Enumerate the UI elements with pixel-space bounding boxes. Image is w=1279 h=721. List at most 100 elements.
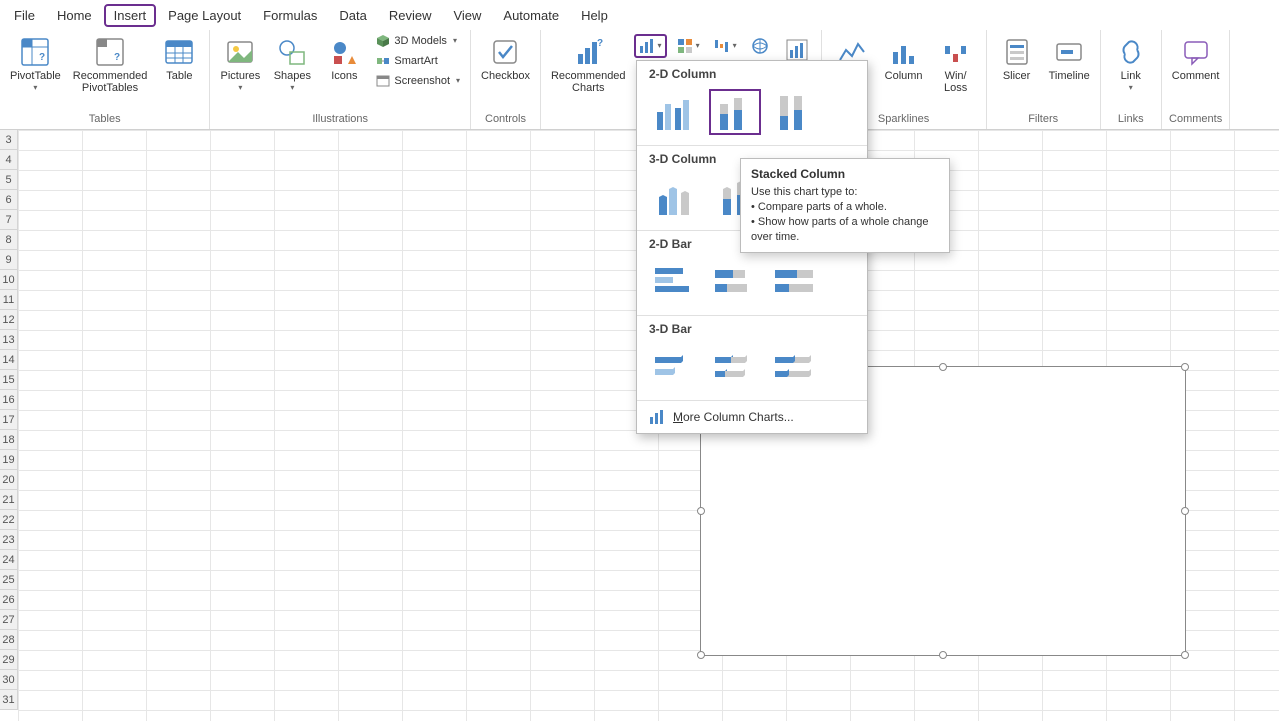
chart-3d-clustered-bar[interactable] bbox=[649, 344, 701, 390]
table-label: Table bbox=[166, 70, 192, 82]
column-chart-icon bbox=[649, 409, 665, 425]
chart-stacked-column[interactable] bbox=[709, 89, 761, 135]
more-column-charts[interactable]: More Column Charts... bbox=[637, 401, 867, 433]
link-icon bbox=[1115, 36, 1147, 68]
smartart-button[interactable]: SmartArt bbox=[372, 52, 464, 70]
link-button[interactable]: Link ▾ bbox=[1107, 32, 1155, 92]
chart-100-stacked-column[interactable] bbox=[769, 89, 821, 135]
group-links-label: Links bbox=[1118, 111, 1144, 129]
chart-clustered-bar[interactable] bbox=[649, 259, 701, 305]
screenshot-button[interactable]: Screenshot ▾ bbox=[372, 72, 464, 90]
chart-3d-clustered-column[interactable] bbox=[649, 174, 701, 220]
group-comments: Comment Comments bbox=[1162, 30, 1231, 129]
tooltip-bullet-1: • Compare parts of a whole. bbox=[751, 200, 939, 215]
sparkline-winloss-label: Win/ Loss bbox=[944, 70, 967, 94]
slicer-icon bbox=[1001, 36, 1033, 68]
recommended-pivottables-button[interactable]: ? Recommended PivotTables bbox=[69, 32, 152, 94]
caret-icon: ▾ bbox=[238, 84, 242, 92]
menu-page-layout[interactable]: Page Layout bbox=[158, 4, 251, 27]
pictures-icon bbox=[224, 36, 256, 68]
timeline-button[interactable]: Timeline bbox=[1045, 32, 1094, 82]
sparkline-winloss-button[interactable]: Win/ Loss bbox=[932, 32, 980, 94]
group-tables: ? PivotTable ▾ ? Recommended PivotTables… bbox=[0, 30, 210, 129]
globe-icon bbox=[751, 37, 769, 55]
chart-stacked-bar[interactable] bbox=[709, 259, 761, 305]
group-illustrations: Pictures ▾ Shapes ▾ Icons 3D Models ▾ bbox=[210, 30, 471, 129]
waterfall-chart-icon bbox=[714, 38, 730, 54]
sparkline-winloss-icon bbox=[940, 36, 972, 68]
group-links: Link ▾ Links bbox=[1101, 30, 1162, 129]
group-controls-label: Controls bbox=[485, 111, 526, 129]
group-illustrations-label: Illustrations bbox=[312, 111, 368, 129]
pictures-label: Pictures bbox=[220, 70, 260, 82]
smartart-icon bbox=[376, 54, 390, 68]
recommended-pivottables-icon: ? bbox=[94, 36, 126, 68]
smartart-label: SmartArt bbox=[394, 55, 437, 67]
menu-formulas[interactable]: Formulas bbox=[253, 4, 327, 27]
svg-text:?: ? bbox=[114, 52, 120, 63]
cube-icon bbox=[376, 34, 390, 48]
chart-3d-stacked-bar[interactable] bbox=[709, 344, 761, 390]
sparkline-column-icon bbox=[888, 36, 920, 68]
row-headers[interactable]: 3456789101112131415161718192021222324252… bbox=[0, 130, 18, 710]
menu-automate[interactable]: Automate bbox=[493, 4, 569, 27]
slicer-label: Slicer bbox=[1003, 70, 1031, 82]
checkbox-label: Checkbox bbox=[481, 70, 530, 82]
caret-icon: ▾ bbox=[290, 84, 294, 92]
maps-button[interactable] bbox=[747, 34, 773, 58]
comment-icon bbox=[1180, 36, 1212, 68]
group-tables-label: Tables bbox=[89, 111, 121, 129]
chart-clustered-column[interactable] bbox=[649, 89, 701, 135]
insert-column-chart-button[interactable]: ▾ bbox=[634, 34, 667, 58]
checkbox-icon bbox=[489, 36, 521, 68]
tooltip-lead: Use this chart type to: bbox=[751, 185, 939, 200]
screenshot-icon bbox=[376, 74, 390, 88]
chart-100-stacked-bar[interactable] bbox=[769, 259, 821, 305]
3d-models-button[interactable]: 3D Models ▾ bbox=[372, 32, 464, 50]
recommended-charts-icon: ? bbox=[572, 36, 604, 68]
comment-button[interactable]: Comment bbox=[1168, 32, 1224, 82]
caret-icon: ▾ bbox=[453, 37, 457, 45]
svg-text:?: ? bbox=[597, 38, 603, 49]
shapes-button[interactable]: Shapes ▾ bbox=[268, 32, 316, 92]
gallery-section-3d-bar: 3-D Bar bbox=[637, 316, 867, 340]
pivottable-button[interactable]: ? PivotTable ▾ bbox=[6, 32, 65, 92]
more-column-charts-label: More Column Charts... bbox=[673, 410, 794, 424]
slicer-button[interactable]: Slicer bbox=[993, 32, 1041, 82]
shapes-label: Shapes bbox=[274, 70, 311, 82]
pivotchart-button[interactable] bbox=[779, 34, 815, 62]
comment-label: Comment bbox=[1172, 70, 1220, 82]
caret-icon: ▾ bbox=[1129, 84, 1133, 92]
pivotchart-icon bbox=[785, 38, 809, 62]
menu-review[interactable]: Review bbox=[379, 4, 442, 27]
menu-help[interactable]: Help bbox=[571, 4, 618, 27]
recommended-pivottables-label: Recommended PivotTables bbox=[73, 70, 148, 94]
sparkline-column-button[interactable]: Column bbox=[880, 32, 928, 82]
caret-icon: ▾ bbox=[456, 77, 460, 85]
menu-file[interactable]: File bbox=[4, 4, 45, 27]
insert-hierarchy-chart-button[interactable]: ▾ bbox=[673, 34, 704, 58]
menu-data[interactable]: Data bbox=[329, 4, 376, 27]
svg-text:?: ? bbox=[39, 52, 45, 63]
table-button[interactable]: Table bbox=[155, 32, 203, 82]
menu-home[interactable]: Home bbox=[47, 4, 102, 27]
gallery-section-2d-column: 2-D Column bbox=[637, 61, 867, 85]
recommended-charts-button[interactable]: ? Recommended Charts bbox=[547, 32, 630, 94]
column-chart-icon bbox=[639, 38, 655, 54]
icons-button[interactable]: Icons bbox=[320, 32, 368, 82]
pivottable-icon: ? bbox=[19, 36, 51, 68]
menu-bar: File Home Insert Page Layout Formulas Da… bbox=[0, 0, 1279, 30]
sparkline-column-label: Column bbox=[885, 70, 923, 82]
icons-label: Icons bbox=[331, 70, 357, 82]
menu-view[interactable]: View bbox=[443, 4, 491, 27]
group-filters-label: Filters bbox=[1028, 111, 1058, 129]
group-sparklines-label: Sparklines bbox=[878, 111, 929, 129]
insert-waterfall-chart-button[interactable]: ▾ bbox=[710, 34, 741, 58]
timeline-label: Timeline bbox=[1049, 70, 1090, 82]
menu-insert[interactable]: Insert bbox=[104, 4, 157, 27]
pictures-button[interactable]: Pictures ▾ bbox=[216, 32, 264, 92]
screenshot-label: Screenshot bbox=[394, 75, 450, 87]
icons-icon bbox=[328, 36, 360, 68]
chart-3d-100-stacked-bar[interactable] bbox=[769, 344, 821, 390]
checkbox-button[interactable]: Checkbox bbox=[477, 32, 534, 82]
